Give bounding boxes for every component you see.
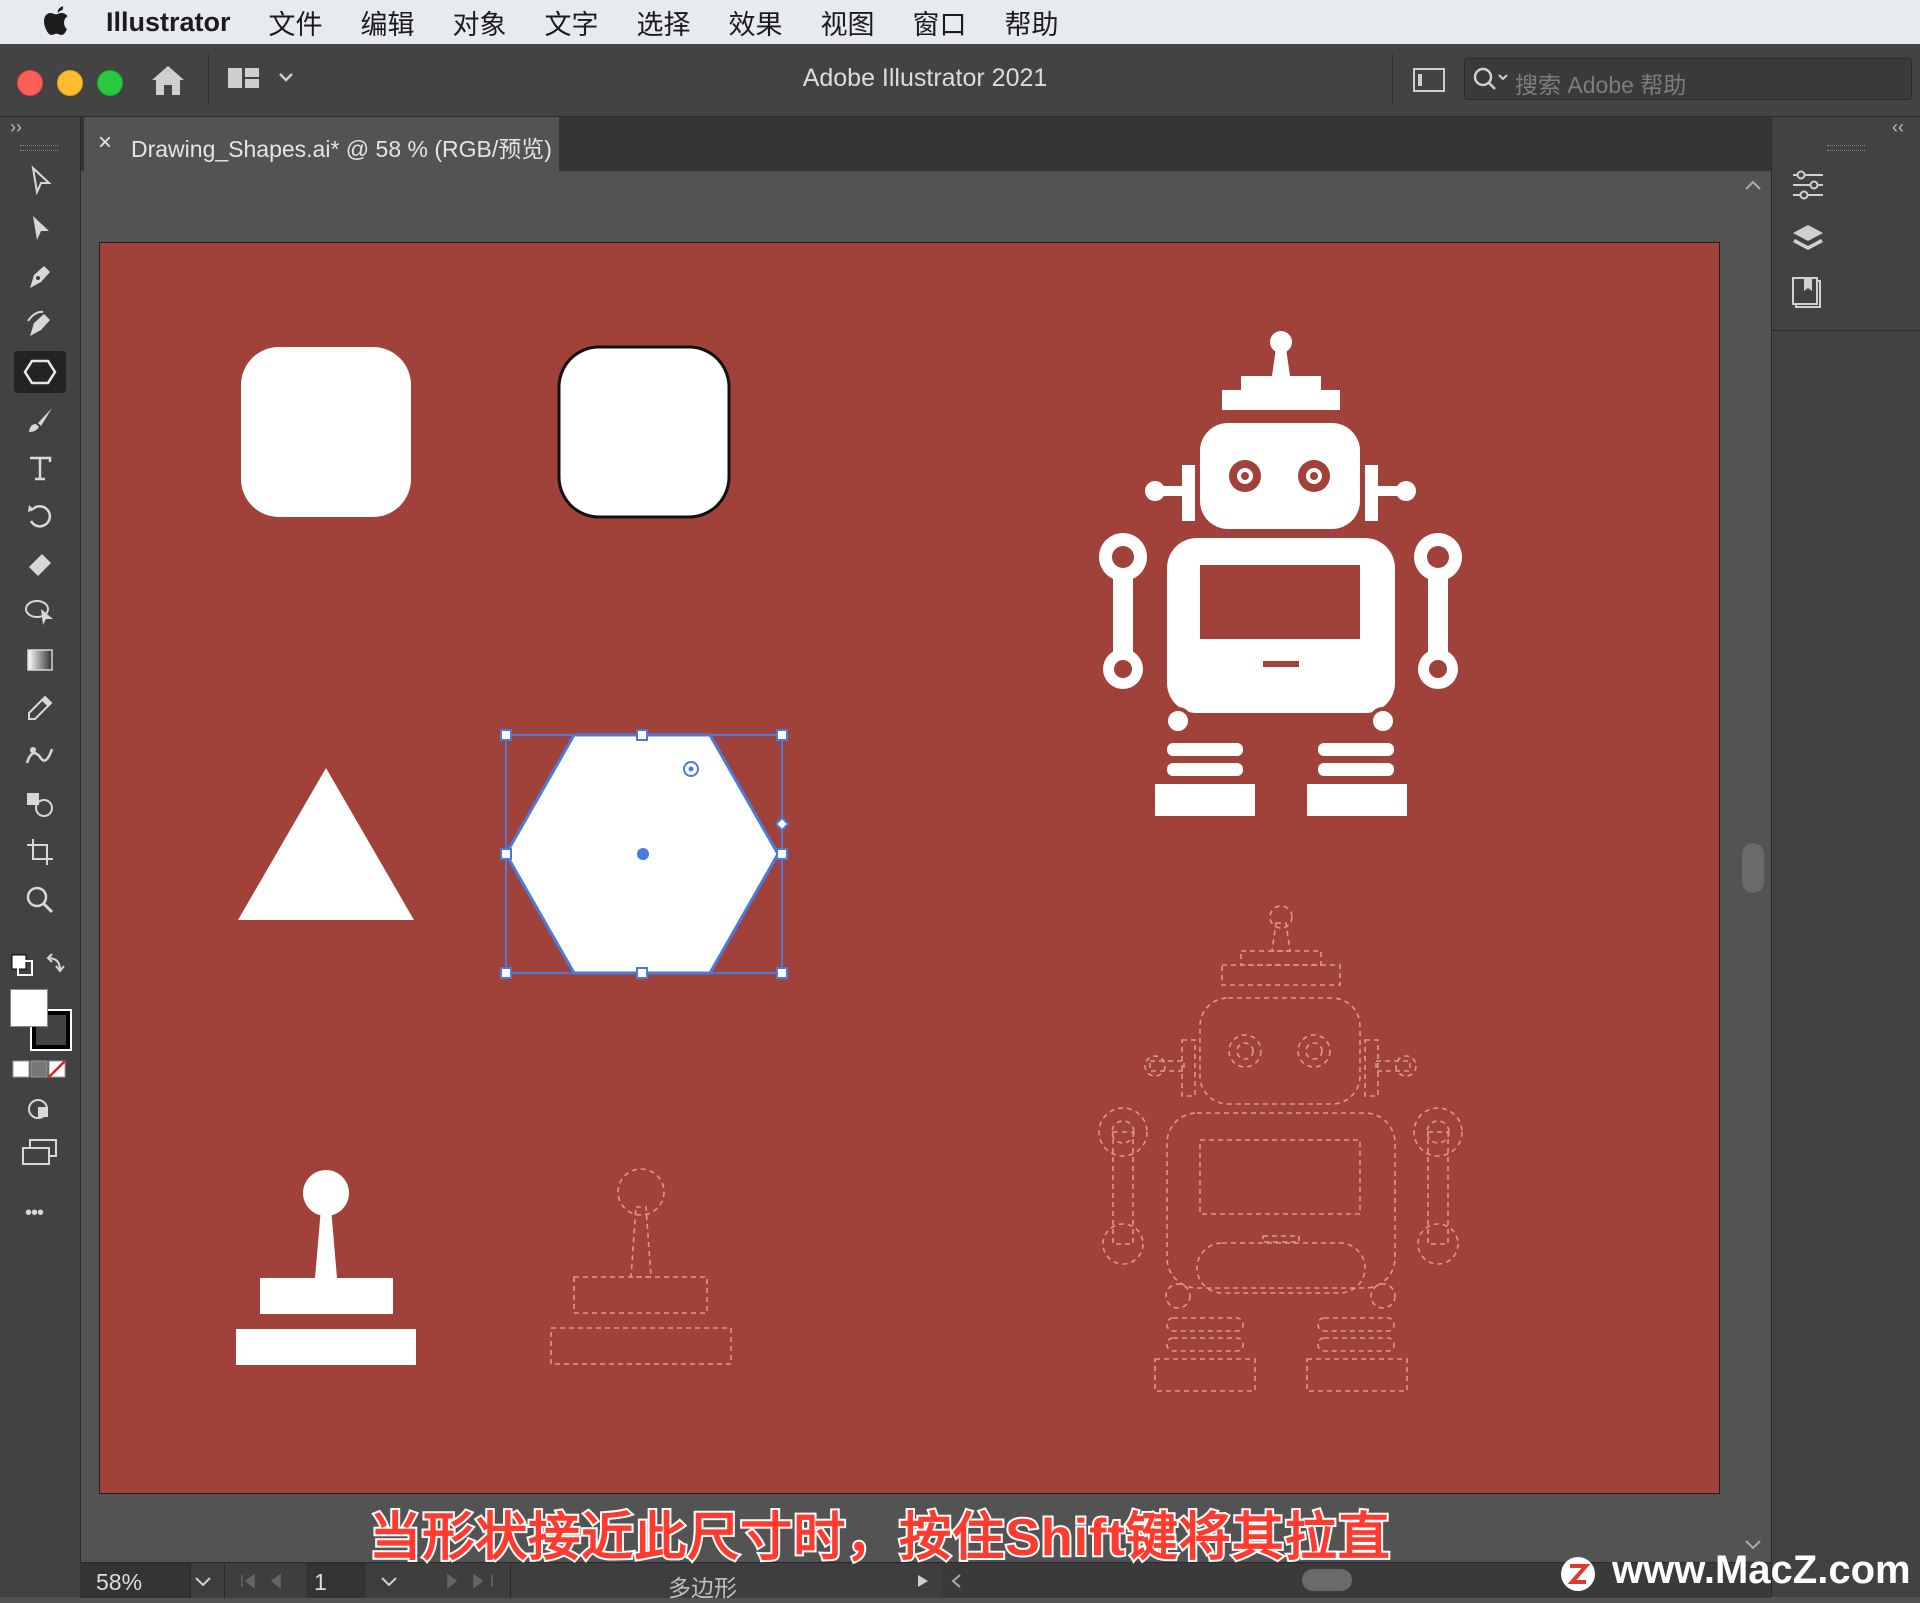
divider bbox=[1772, 330, 1920, 331]
paintbrush-tool[interactable] bbox=[14, 399, 66, 441]
rounded-square-2 bbox=[557, 345, 731, 519]
robot-template bbox=[1098, 905, 1463, 1392]
collapse-panels-button[interactable]: ‹‹ bbox=[1892, 117, 1904, 138]
pen-tool[interactable] bbox=[14, 255, 66, 297]
zoom-magnifier-icon bbox=[26, 886, 54, 914]
draw-mode-icon[interactable] bbox=[24, 1095, 56, 1123]
rotate-icon bbox=[28, 505, 52, 528]
selection-arrow-icon bbox=[31, 165, 52, 195]
document-tab-bar: × Drawing_Shapes.ai* @ 58 % (RGB/预览) bbox=[0, 117, 1920, 171]
search-placeholder: 搜索 Adobe 帮助 bbox=[1515, 72, 1687, 98]
search-help-field[interactable]: 搜索 Adobe 帮助 bbox=[1464, 58, 1912, 100]
rotate-tool[interactable] bbox=[14, 495, 66, 537]
scroll-left-icon[interactable] bbox=[950, 1573, 962, 1589]
eraser-icon bbox=[29, 554, 51, 576]
artboard-number: 1 bbox=[314, 1569, 327, 1595]
vertical-scroll-thumb[interactable] bbox=[1742, 843, 1764, 893]
menu-view[interactable]: 视图 bbox=[821, 3, 875, 42]
zoom-level-value: 58% bbox=[96, 1569, 143, 1595]
apple-logo-icon[interactable] bbox=[40, 3, 74, 41]
artboard[interactable] bbox=[99, 242, 1720, 1494]
polygon-icon bbox=[23, 359, 57, 385]
zoom-tool[interactable] bbox=[14, 879, 66, 921]
next-last-artboard-icons[interactable] bbox=[444, 1573, 504, 1589]
document-tab[interactable]: × Drawing_Shapes.ai* @ 58 % (RGB/预览) bbox=[84, 117, 559, 171]
artwork bbox=[236, 331, 1463, 1392]
symbol-sprayer-tool[interactable] bbox=[14, 783, 66, 825]
divider bbox=[1392, 54, 1393, 104]
chevron-down-icon[interactable] bbox=[380, 1576, 398, 1588]
shape-builder-icon bbox=[25, 600, 53, 625]
gradient-icon bbox=[27, 649, 53, 671]
menu-object[interactable]: 对象 bbox=[453, 3, 507, 42]
layers-icon[interactable] bbox=[1790, 221, 1826, 257]
menu-window[interactable]: 窗口 bbox=[913, 3, 967, 42]
menu-help[interactable]: 帮助 bbox=[1005, 3, 1059, 42]
direct-selection-arrow-icon bbox=[33, 216, 49, 240]
right-panel-dock: ‹‹ bbox=[1771, 117, 1920, 1597]
search-icon bbox=[1473, 67, 1508, 90]
fill-stroke-swatches[interactable] bbox=[10, 989, 72, 1051]
pen-icon bbox=[30, 266, 50, 288]
fill-swatch[interactable] bbox=[10, 989, 48, 1027]
menu-effect[interactable]: 效果 bbox=[729, 3, 783, 42]
menu-type[interactable]: 文字 bbox=[545, 3, 599, 42]
selection-tool-info: 多边形 bbox=[668, 1575, 737, 1601]
title-bar: Adobe Illustrator 2021 搜索 Adobe 帮助 bbox=[0, 44, 1920, 117]
symbol-sprayer-icon bbox=[27, 793, 53, 817]
eyedropper-tool[interactable] bbox=[14, 687, 66, 729]
stamp-template bbox=[550, 1168, 732, 1365]
macz-logo-icon bbox=[1561, 1557, 1595, 1591]
gradient-tool[interactable] bbox=[14, 639, 66, 681]
horizontal-scroll-thumb[interactable] bbox=[1302, 1569, 1352, 1591]
chevron-down-icon[interactable] bbox=[194, 1576, 212, 1588]
properties-sliders-icon[interactable] bbox=[1790, 167, 1826, 203]
color-mode-icons[interactable] bbox=[12, 1059, 68, 1079]
watermark-text: www.MacZ.com bbox=[1612, 1548, 1911, 1592]
triangle bbox=[238, 768, 414, 920]
blend-icon bbox=[25, 747, 54, 764]
menu-bar: Illustrator 文件 编辑 对象 文字 选择 效果 视图 窗口 帮助 bbox=[0, 0, 1920, 44]
rounded-square-1 bbox=[241, 347, 411, 517]
first-prev-artboard-icons[interactable] bbox=[240, 1573, 300, 1589]
tutorial-caption: 当形状接近此尺寸时，按住Shift键将其拉直 bbox=[367, 1507, 1392, 1569]
close-tab-button[interactable]: × bbox=[98, 129, 112, 157]
expand-toolbar-button[interactable]: ›› bbox=[10, 117, 22, 138]
artboard-tool[interactable] bbox=[14, 831, 66, 873]
tools-panel: ›› ••• bbox=[0, 117, 81, 1597]
artboard-icon bbox=[27, 839, 53, 865]
arrange-documents-icon[interactable] bbox=[1412, 66, 1446, 94]
menu-file[interactable]: 文件 bbox=[269, 3, 323, 42]
vertical-scrollbar[interactable] bbox=[1738, 171, 1768, 1562]
libraries-icon[interactable] bbox=[1790, 275, 1826, 311]
paintbrush-icon bbox=[29, 408, 52, 432]
eraser-tool[interactable] bbox=[14, 543, 66, 585]
panel-grip[interactable] bbox=[20, 145, 58, 151]
app-menu[interactable]: Illustrator bbox=[106, 7, 231, 38]
curvature-pen-icon bbox=[27, 310, 50, 336]
menu-select[interactable]: 选择 bbox=[637, 3, 691, 42]
edit-toolbar-button[interactable]: ••• bbox=[25, 1202, 44, 1225]
stamp-shape bbox=[236, 1170, 416, 1365]
panel-grip[interactable] bbox=[1827, 145, 1865, 151]
polygon-tool[interactable] bbox=[14, 351, 66, 393]
scroll-up-icon[interactable] bbox=[1744, 179, 1762, 191]
status-menu-arrow-icon[interactable] bbox=[916, 1573, 930, 1589]
default-fill-stroke-icon[interactable] bbox=[10, 952, 70, 978]
screen-mode-icon[interactable] bbox=[20, 1137, 60, 1167]
selected-hexagon bbox=[500, 729, 790, 979]
selection-tool[interactable] bbox=[14, 159, 66, 201]
shape-builder-tool[interactable] bbox=[14, 591, 66, 633]
direct-selection-tool[interactable] bbox=[14, 207, 66, 249]
document-tab-label: Drawing_Shapes.ai* @ 58 % (RGB/预览) bbox=[131, 136, 552, 162]
menu-edit[interactable]: 编辑 bbox=[361, 3, 415, 42]
eyedropper-icon bbox=[28, 695, 53, 720]
type-tool[interactable] bbox=[14, 447, 66, 489]
type-t-icon bbox=[30, 456, 52, 481]
curvature-tool[interactable] bbox=[14, 303, 66, 345]
blend-tool[interactable] bbox=[14, 735, 66, 777]
